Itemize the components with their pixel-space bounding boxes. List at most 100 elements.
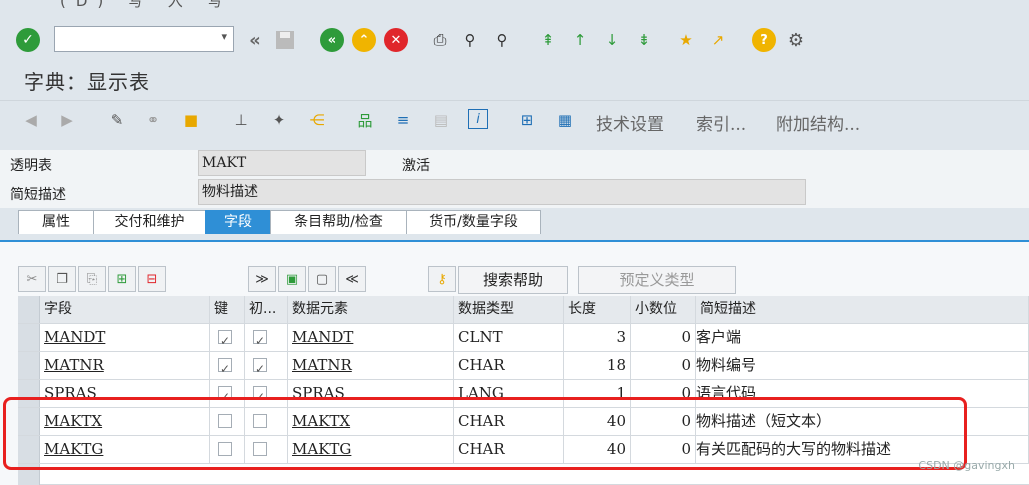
initial-checkbox[interactable] (253, 384, 267, 407)
chevron-down-icon[interactable]: ▾ (221, 30, 227, 43)
short-description-field[interactable]: 物料描述 (198, 179, 806, 205)
help-icon[interactable]: ? (752, 28, 776, 52)
field-name-cell[interactable]: MATNR (40, 352, 210, 379)
append-structure-button[interactable]: 附加结构... (776, 110, 860, 135)
technical-settings-button[interactable]: 技术设置 (596, 110, 664, 135)
document-icon[interactable]: ▤ (430, 109, 452, 131)
row-selector[interactable] (18, 436, 40, 463)
data-type-cell: CLNT (454, 324, 564, 351)
check-icon[interactable]: ⊥ (230, 109, 252, 131)
save-icon[interactable] (273, 28, 297, 52)
display-change-icon[interactable]: ✎ (106, 109, 128, 131)
info-icon[interactable]: i (468, 109, 488, 129)
back-double-icon[interactable]: « (243, 28, 267, 52)
initial-checkbox[interactable] (253, 414, 267, 428)
col-header-data-type[interactable]: 数据类型 (454, 296, 564, 323)
first-page-icon[interactable]: ⇞ (536, 28, 560, 52)
last-page-icon[interactable]: ⇟ (632, 28, 656, 52)
data-element-cell[interactable]: MAKTG (288, 436, 454, 463)
col-header-length[interactable]: 长度 (564, 296, 631, 323)
field-name-cell[interactable]: MAKTG (40, 436, 210, 463)
arrow-left-icon[interactable]: ◀ (20, 109, 42, 131)
data-element-cell[interactable]: MANDT (288, 324, 454, 351)
table-row-empty (18, 464, 1029, 485)
print-icon[interactable]: ⎙ (428, 28, 452, 52)
table-row: MAKTG MAKTG CHAR 40 0 有关匹配码的大写的物料描述 (18, 436, 1029, 464)
col-header-short-desc[interactable]: 简短描述 (696, 296, 1029, 323)
col-header-decimals[interactable]: 小数位 (631, 296, 696, 323)
object-list-icon[interactable]: ≡ (392, 109, 414, 131)
tab-entry-help-check[interactable]: 条目帮助/检查 (270, 210, 407, 234)
deselect-all-icon[interactable]: ▢ (308, 266, 336, 292)
arrow-right-icon[interactable]: ▶ (56, 109, 78, 131)
initial-checkbox[interactable] (253, 356, 267, 379)
key-checkbox[interactable] (218, 328, 232, 351)
other-object-icon[interactable]: ■ (180, 109, 202, 131)
data-element-cell[interactable]: MATNR (288, 352, 454, 379)
activate-icon[interactable]: ✦ (268, 109, 290, 131)
where-used-icon[interactable]: ⋲ (306, 109, 328, 131)
select-all-icon[interactable]: ▣ (278, 266, 306, 292)
shortcut-icon[interactable]: ↗ (706, 28, 730, 52)
initial-checkbox[interactable] (253, 328, 267, 351)
gear-icon[interactable]: ⚙ (784, 28, 808, 52)
col-header-field[interactable]: 字段 (40, 296, 210, 323)
initial-checkbox[interactable] (253, 442, 267, 456)
hierarchy-icon[interactable]: 品 (354, 109, 376, 131)
row-selector[interactable] (18, 324, 40, 351)
cut-icon[interactable]: ✂ (18, 266, 46, 292)
predefined-type-button[interactable]: 预定义类型 (578, 266, 736, 294)
next-page-icon[interactable]: ↓ (600, 28, 624, 52)
initial-cell (245, 324, 288, 351)
field-name-cell[interactable]: MANDT (40, 324, 210, 351)
delete-row-icon[interactable]: ⊟ (138, 266, 166, 292)
table-header-area: 透明表 MAKT 激活 简短描述 物料描述 (0, 150, 1029, 208)
field-name-cell[interactable]: SPRAS (40, 380, 210, 407)
key-checkbox[interactable] (218, 356, 232, 379)
active-inactive-icon[interactable]: ⚭ (142, 109, 164, 131)
col-header-key[interactable]: 键 (210, 296, 245, 323)
tab-fields[interactable]: 字段 (205, 210, 271, 234)
command-input[interactable] (59, 27, 213, 51)
enter-check-icon[interactable]: ✓ (16, 28, 40, 52)
select-all-cell[interactable] (18, 296, 40, 323)
cancel-icon[interactable]: ✕ (384, 28, 408, 52)
row-selector[interactable] (18, 408, 40, 435)
data-element-cell[interactable]: SPRAS (288, 380, 454, 407)
tab-currency-quantity-fields[interactable]: 货币/数量字段 (406, 210, 541, 234)
table-contents-icon[interactable]: ▦ (554, 109, 576, 131)
find-icon[interactable]: ⚲ (458, 28, 482, 52)
key-checkbox[interactable] (218, 384, 232, 407)
previous-page-icon[interactable]: ↑ (568, 28, 592, 52)
data-element-cell[interactable]: MAKTX (288, 408, 454, 435)
exit-icon[interactable]: ⌃ (352, 28, 376, 52)
expand-all-icon[interactable]: ≫ (248, 266, 276, 292)
decimals-cell: 0 (631, 380, 696, 407)
row-selector[interactable] (18, 352, 40, 379)
create-session-icon[interactable]: ★ (674, 28, 698, 52)
indexes-button[interactable]: 索引... (696, 110, 746, 135)
data-type-cell: CHAR (454, 352, 564, 379)
window-title-strip: (D) 写 入 写 (0, 0, 1029, 18)
collapse-all-icon[interactable]: ≪ (338, 266, 366, 292)
row-selector[interactable] (18, 380, 40, 407)
tab-attributes[interactable]: 属性 (18, 210, 94, 234)
col-header-data-element[interactable]: 数据元素 (288, 296, 454, 323)
copy-icon[interactable]: ❐ (48, 266, 76, 292)
insert-row-icon[interactable]: ⊞ (108, 266, 136, 292)
back-icon[interactable]: « (320, 28, 344, 52)
col-header-initial[interactable]: 初... (245, 296, 288, 323)
key-checkbox[interactable] (218, 442, 232, 456)
paste-icon[interactable]: ⎘ (78, 266, 106, 292)
find-next-icon[interactable]: ⚲ (490, 28, 514, 52)
search-help-icon[interactable]: ⚷ (428, 266, 456, 292)
contents-icon[interactable]: ⊞ (516, 109, 538, 131)
key-checkbox[interactable] (218, 414, 232, 428)
row-edit-toolbar: ✂ ❐ ⎘ ⊞ ⊟ (18, 266, 168, 292)
search-help-button[interactable]: 搜索帮助 (458, 266, 568, 294)
command-field[interactable]: ▾ (54, 26, 234, 52)
field-name-cell[interactable]: MAKTX (40, 408, 210, 435)
row-selector[interactable] (18, 464, 40, 485)
tab-delivery-maintenance[interactable]: 交付和维护 (93, 210, 206, 234)
length-cell: 1 (564, 380, 631, 407)
